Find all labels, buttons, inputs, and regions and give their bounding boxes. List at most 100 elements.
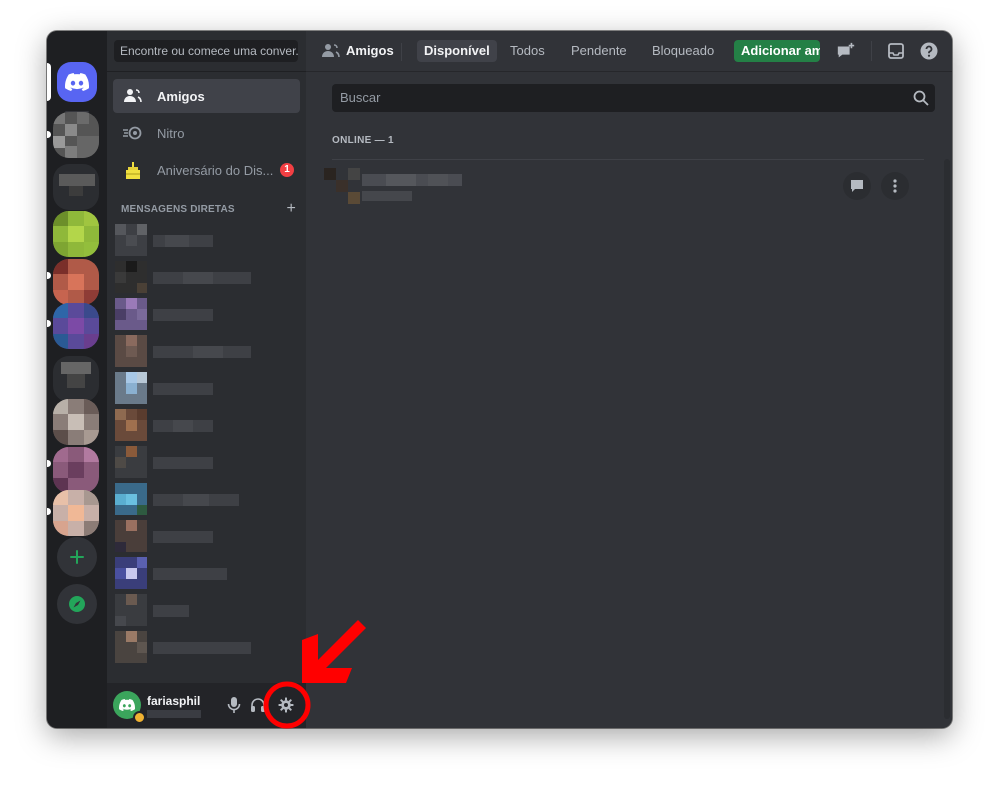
tab-online[interactable]: Disponível (417, 40, 497, 62)
search-icon (913, 90, 929, 106)
dm-name-redacted (153, 345, 251, 358)
dm-item[interactable] (113, 334, 300, 368)
user-tag-redacted (147, 710, 201, 718)
find-conversation-input[interactable]: Encontre ou comece uma conver... (114, 40, 298, 62)
nav-item-label: Aniversário do Dis... (157, 162, 274, 178)
dm-name-redacted (153, 382, 213, 395)
discord-logo-icon (119, 699, 135, 711)
unread-indicator (47, 272, 51, 279)
unread-indicator (47, 131, 51, 138)
dm-item[interactable] (113, 371, 300, 405)
tab-pending[interactable]: Pendente (564, 40, 634, 62)
server-icon[interactable] (53, 447, 99, 493)
status-indicator (133, 711, 146, 724)
add-server-button[interactable] (57, 537, 97, 577)
dm-name-redacted (153, 419, 213, 432)
help-button[interactable] (919, 41, 939, 61)
dm-item[interactable] (113, 519, 300, 553)
dm-item[interactable] (113, 630, 300, 664)
server-icon[interactable] (53, 164, 99, 210)
scrollbar[interactable] (944, 159, 950, 719)
help-icon (920, 42, 938, 60)
message-button[interactable] (843, 172, 871, 200)
server-icon[interactable] (53, 112, 99, 158)
nav-item-nitro[interactable]: Nitro (113, 116, 300, 150)
friend-name-redacted (362, 173, 462, 186)
avatar (115, 520, 147, 552)
avatar (115, 372, 147, 404)
notification-badge: 1 (280, 163, 294, 177)
more-vertical-icon (893, 179, 897, 193)
dm-name-redacted (153, 456, 213, 469)
dm-name-redacted (153, 530, 213, 543)
more-options-button[interactable] (881, 172, 909, 200)
unread-indicator (47, 508, 51, 515)
avatar (115, 631, 147, 663)
server-icon[interactable] (53, 211, 99, 257)
avatar (115, 594, 147, 626)
friends-main: Amigos Disponível Todos Pendente Bloquea… (306, 31, 952, 728)
server-icon[interactable] (53, 356, 99, 402)
page-title: Amigos (346, 43, 394, 58)
explore-servers-button[interactable] (57, 584, 97, 624)
headphones-button[interactable] (248, 695, 268, 715)
nav-item-friends[interactable]: Amigos (113, 79, 300, 113)
server-icon[interactable] (53, 259, 99, 305)
add-friend-button[interactable]: Adicionar amigo (734, 40, 820, 62)
dm-item[interactable] (113, 408, 300, 442)
server-icon[interactable] (53, 399, 99, 445)
home-button[interactable] (57, 62, 97, 102)
dm-sidebar: Encontre ou comece uma conver... Amigos … (107, 31, 306, 728)
chat-bubble-icon (851, 180, 863, 192)
avatar (115, 483, 147, 515)
divider (332, 159, 924, 160)
dm-name-redacted (153, 604, 189, 617)
dm-name-redacted (153, 641, 251, 654)
divider (871, 41, 872, 61)
avatar (115, 261, 147, 293)
avatar (324, 168, 360, 204)
dm-item[interactable] (113, 556, 300, 590)
dm-item[interactable] (113, 445, 300, 479)
create-dm-button[interactable]: + (286, 200, 296, 218)
inbox-icon (888, 43, 904, 59)
new-group-dm-button[interactable] (836, 41, 856, 61)
microphone-button[interactable] (224, 695, 244, 715)
user-panel: fariasphil (107, 683, 306, 728)
gear-icon (278, 697, 294, 713)
unread-indicator (47, 320, 51, 327)
dm-item[interactable] (113, 297, 300, 331)
nav-item-birthday[interactable]: Aniversário do Dis... 1 (113, 153, 300, 187)
avatar (115, 446, 147, 478)
discord-window: Encontre ou comece uma conver... Amigos … (47, 31, 952, 728)
dm-item[interactable] (113, 593, 300, 627)
dm-name-redacted (153, 567, 227, 580)
server-icon[interactable] (53, 303, 99, 349)
user-settings-button[interactable] (276, 695, 296, 715)
dm-item[interactable] (113, 482, 300, 516)
avatar (115, 409, 147, 441)
dm-name-redacted (153, 308, 213, 321)
dm-item[interactable] (113, 223, 300, 257)
friends-icon (121, 84, 145, 108)
server-icon[interactable] (53, 490, 99, 536)
discord-logo-icon (65, 73, 89, 91)
online-count-header: ONLINE — 1 (332, 135, 394, 146)
tab-blocked[interactable]: Bloqueado (645, 40, 721, 62)
plus-icon (70, 550, 84, 564)
friend-row[interactable] (324, 162, 924, 210)
headphones-icon (251, 698, 265, 712)
unread-indicator (47, 460, 51, 467)
friend-status-redacted (362, 188, 412, 201)
compass-icon (69, 596, 85, 612)
inbox-button[interactable] (886, 41, 906, 61)
divider (401, 43, 402, 61)
microphone-icon (227, 697, 241, 713)
search-input[interactable]: Buscar (332, 84, 935, 112)
tab-all[interactable]: Todos (503, 40, 552, 62)
top-bar: Amigos Disponível Todos Pendente Bloquea… (306, 31, 952, 72)
dm-item[interactable] (113, 260, 300, 294)
avatar (115, 298, 147, 330)
birthday-cake-icon (121, 158, 145, 182)
avatar (115, 557, 147, 589)
